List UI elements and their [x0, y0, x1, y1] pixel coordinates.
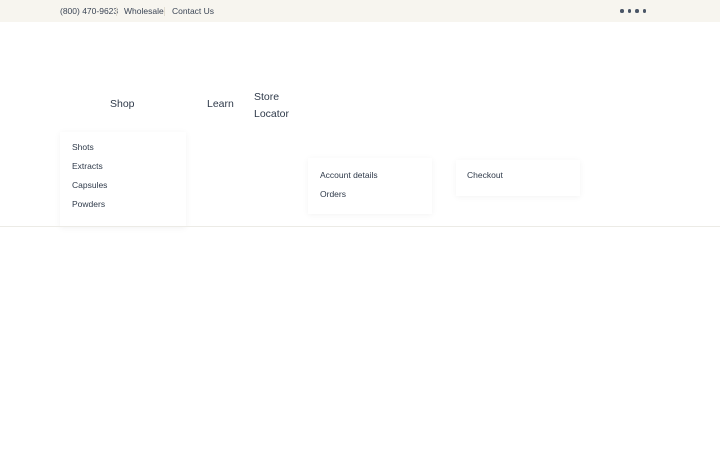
menu-item-account-details[interactable]: Account details	[320, 170, 378, 180]
header-divider	[0, 226, 720, 227]
checkout-dropdown: Checkout	[456, 160, 580, 196]
dot	[635, 9, 639, 13]
menu-item-checkout[interactable]: Checkout	[467, 170, 503, 180]
menu-item-orders[interactable]: Orders	[320, 189, 346, 199]
menu-item-extracts[interactable]: Extracts	[72, 161, 103, 171]
nav-learn[interactable]: Learn	[207, 98, 234, 110]
divider	[116, 7, 117, 16]
nav-store-locator-line2: Locator	[254, 108, 290, 120]
phone-link[interactable]: (800) 470-9623	[60, 6, 118, 16]
wholesale-link[interactable]: Wholesale	[124, 6, 164, 16]
divider	[164, 7, 165, 16]
menu-item-shots[interactable]: Shots	[72, 142, 94, 152]
shop-dropdown: Shots Extracts Capsules Powders	[60, 132, 186, 227]
nav-store-locator-line1: Store	[254, 91, 280, 103]
menu-item-capsules[interactable]: Capsules	[72, 180, 107, 190]
account-dropdown: Account details Orders	[308, 158, 432, 214]
utility-bar: (800) 470-9623 Wholesale Contact Us	[0, 0, 720, 22]
nav-store-locator[interactable]: Store Locator	[254, 89, 289, 123]
menu-item-powders[interactable]: Powders	[72, 199, 105, 209]
contact-us-link[interactable]: Contact Us	[172, 6, 214, 16]
nav-shop[interactable]: Shop	[110, 98, 135, 110]
dot	[627, 9, 631, 13]
dot	[620, 9, 624, 13]
dot	[642, 9, 646, 13]
more-dots-icon[interactable]	[620, 9, 646, 13]
